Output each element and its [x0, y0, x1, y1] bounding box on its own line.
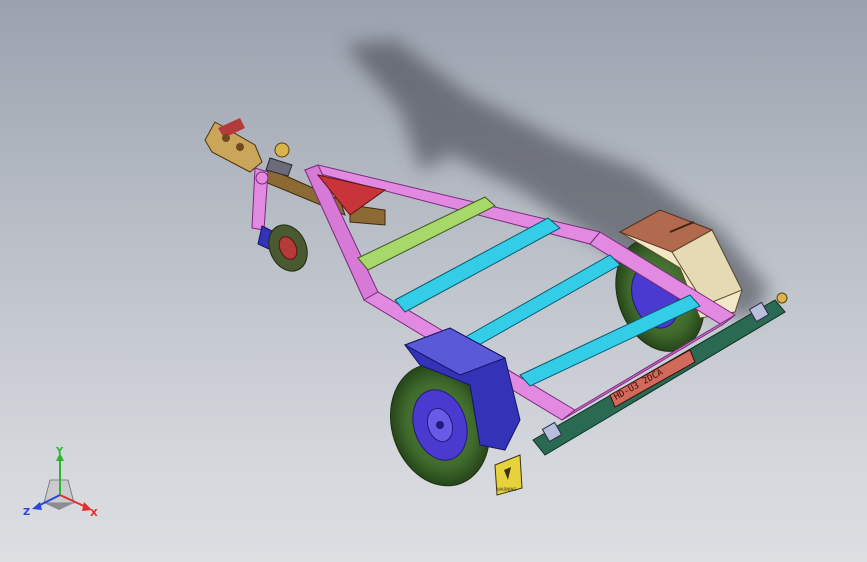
y-axis-label: Y [55, 446, 64, 457]
license-plate: HD-U3 2DCA [609, 349, 696, 408]
z-axis-arrow [32, 502, 42, 510]
x-axis-label: X [90, 508, 98, 519]
z-axis-label: Z [23, 507, 30, 518]
view-orientation-triad[interactable]: Y X Z [20, 445, 110, 525]
warning-sign: WARNING [494, 454, 523, 496]
graphics-viewport[interactable]: HD-U3 2DCA WARNING Y X Z [0, 0, 867, 562]
warning-sign-text: WARNING [497, 487, 517, 492]
trailer-model-view[interactable]: HD-U3 2DCA WARNING [0, 0, 867, 562]
hitch-coupler [204, 118, 293, 177]
